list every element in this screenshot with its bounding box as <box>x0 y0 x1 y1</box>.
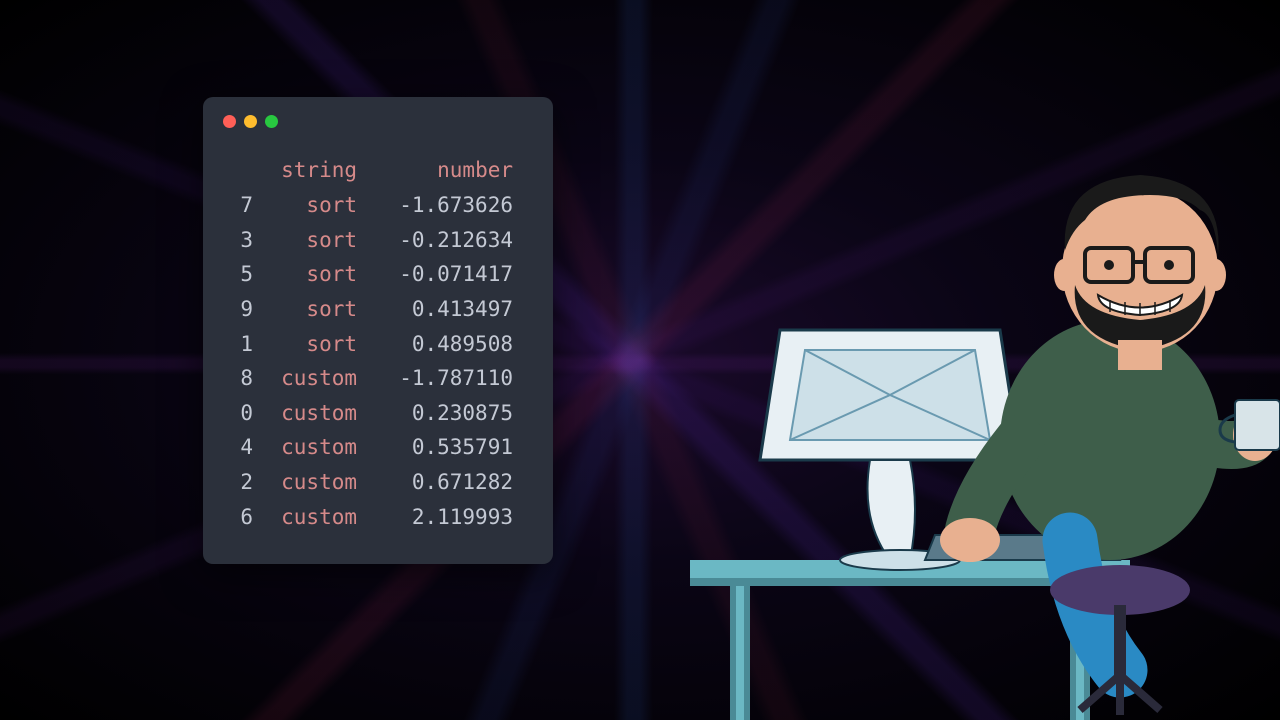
table-row: 1sort 0.489508 <box>223 327 533 362</box>
row-number: -1.787110 <box>363 361 513 396</box>
row-number: 0.230875 <box>363 396 513 431</box>
row-string: custom <box>253 396 363 431</box>
table-row: 4custom 0.535791 <box>223 430 533 465</box>
close-icon[interactable] <box>223 115 236 128</box>
row-string: custom <box>253 361 363 396</box>
character-illustration <box>640 140 1280 720</box>
row-number: 0.671282 <box>363 465 513 500</box>
table-row: 7sort-1.673626 <box>223 188 533 223</box>
coffee-mug <box>1235 400 1280 450</box>
row-number: -0.212634 <box>363 223 513 258</box>
row-index: 2 <box>223 465 253 500</box>
row-string: custom <box>253 500 363 535</box>
row-string: sort <box>253 223 363 258</box>
table-row: 3sort-0.212634 <box>223 223 533 258</box>
terminal-window: string number 7sort-1.6736263sort-0.2126… <box>203 97 553 564</box>
row-index: 3 <box>223 223 253 258</box>
row-index: 8 <box>223 361 253 396</box>
row-index: 5 <box>223 257 253 292</box>
row-number: 0.413497 <box>363 292 513 327</box>
row-index: 9 <box>223 292 253 327</box>
row-string: custom <box>253 430 363 465</box>
row-string: sort <box>253 327 363 362</box>
row-number: 2.119993 <box>363 500 513 535</box>
table-row: 5sort-0.071417 <box>223 257 533 292</box>
row-string: sort <box>253 188 363 223</box>
row-string: sort <box>253 257 363 292</box>
table-row: 6custom 2.119993 <box>223 500 533 535</box>
row-index: 1 <box>223 327 253 362</box>
row-number: -0.071417 <box>363 257 513 292</box>
window-controls <box>223 115 533 128</box>
table-row: 8custom-1.787110 <box>223 361 533 396</box>
person-hand-left <box>940 518 1000 562</box>
table-row: 0custom 0.230875 <box>223 396 533 431</box>
row-string: custom <box>253 465 363 500</box>
maximize-icon[interactable] <box>265 115 278 128</box>
row-index: 4 <box>223 430 253 465</box>
table-header: string number <box>223 158 533 182</box>
header-number: number <box>363 158 513 182</box>
table-row: 9sort 0.413497 <box>223 292 533 327</box>
row-number: 0.489508 <box>363 327 513 362</box>
row-index: 7 <box>223 188 253 223</box>
table-body: 7sort-1.6736263sort-0.2126345sort-0.0714… <box>223 188 533 534</box>
row-index: 0 <box>223 396 253 431</box>
row-number: 0.535791 <box>363 430 513 465</box>
row-index: 6 <box>223 500 253 535</box>
header-string: string <box>253 158 363 182</box>
minimize-icon[interactable] <box>244 115 257 128</box>
row-number: -1.673626 <box>363 188 513 223</box>
row-string: sort <box>253 292 363 327</box>
table-row: 2custom 0.671282 <box>223 465 533 500</box>
